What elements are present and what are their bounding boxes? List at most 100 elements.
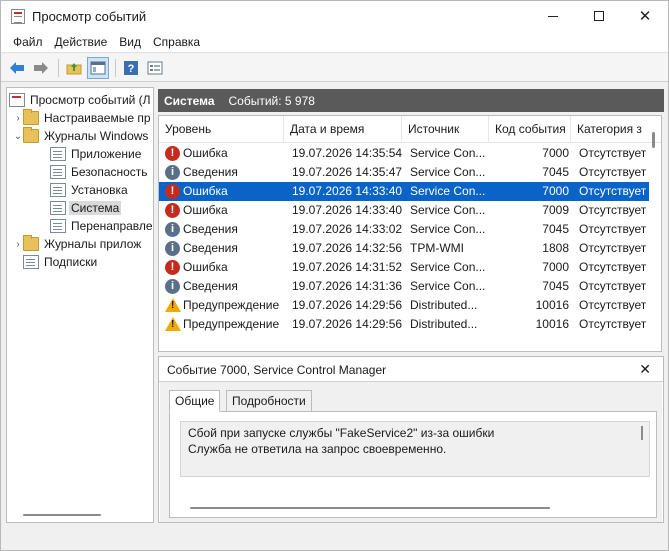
log-icon [50, 201, 66, 215]
menu-help[interactable]: Справка [147, 35, 206, 49]
cell-category: Отсутствует [579, 317, 647, 331]
toolbar-separator [58, 58, 59, 77]
show-hide-tree-icon [90, 61, 106, 74]
folder-icon [23, 235, 39, 251]
event-viewer-window: Просмотр событий ✕ Файл Действие Вид Спр… [0, 0, 669, 551]
message-scrollbar[interactable] [641, 426, 643, 440]
close-icon: ✕ [638, 8, 652, 25]
cell-datetime: 19.07.2026 14:35:54 [292, 146, 403, 160]
tree-item-subscriptions[interactable]: Подписки [23, 253, 99, 271]
menu-view[interactable]: Вид [113, 35, 147, 49]
event-message-box[interactable]: Сбой при запуске службы "FakeService2" и… [180, 421, 650, 477]
minimize-button[interactable] [530, 1, 576, 31]
tree-item-label: Приложение [71, 147, 142, 161]
cell-source: Service Con... [410, 146, 486, 160]
cell-level: Ошибка [183, 146, 228, 160]
column-header-source[interactable]: Источник [402, 116, 489, 143]
window-title: Просмотр событий [32, 9, 147, 24]
cell-datetime: 19.07.2026 14:33:40 [292, 184, 403, 198]
table-row[interactable]: i Сведения 19.07.2026 14:33:02 Service Con.… [159, 220, 649, 239]
cell-code: 1808 [542, 241, 569, 255]
column-header-level[interactable]: Уровень [159, 116, 284, 143]
chevron-right-icon[interactable]: › [13, 239, 23, 250]
cell-code: 10016 [535, 317, 569, 331]
cell-source: Distributed... [410, 298, 478, 312]
cell-code: 7045 [542, 222, 569, 236]
tree-item-label: Журналы Windows [44, 129, 149, 143]
chevron-right-icon[interactable]: › [13, 113, 23, 124]
panel-horizontal-scrollbar[interactable] [190, 507, 550, 509]
tree-item-forwarded[interactable]: Перенаправле [50, 217, 153, 235]
cell-code: 7045 [542, 279, 569, 293]
tree-item-system[interactable]: Система [50, 199, 122, 217]
maximize-button[interactable] [576, 1, 622, 31]
event-list-header: Уровень Дата и время Источник Код событи… [159, 116, 661, 143]
log-header: Система Событий: 5 978 [158, 89, 664, 112]
error-icon: ! [165, 203, 180, 218]
tab-general[interactable]: Общие [169, 390, 221, 412]
menu-action[interactable]: Действие [49, 35, 114, 49]
forward-button[interactable] [30, 57, 52, 79]
cell-category: Отсутствует [579, 146, 647, 160]
cell-category: Отсутствует [579, 203, 647, 217]
tree-horizontal-scrollbar[interactable] [23, 514, 101, 516]
column-header-event-code[interactable]: Код события [489, 116, 571, 143]
table-row[interactable]: i Сведения 19.07.2026 14:31:36 Service Con.… [159, 277, 649, 296]
cell-category: Отсутствует [579, 279, 647, 293]
toolbar: ? [1, 54, 668, 82]
table-row[interactable]: ! Предупреждение 19.07.2026 14:29:56 Distri… [159, 296, 649, 315]
close-icon[interactable]: ✕ [639, 361, 651, 378]
table-row[interactable]: ! Ошибка 19.07.2026 14:31:52 Service Con...… [159, 258, 649, 277]
cell-datetime: 19.07.2026 14:33:40 [292, 203, 403, 217]
table-row[interactable]: i Сведения 19.07.2026 14:32:56 TPM-WMI 1808 О… [159, 239, 649, 258]
show-hide-tree-button[interactable] [87, 56, 109, 79]
table-row[interactable]: ! Ошибка 19.07.2026 14:35:54 Service Con...… [159, 144, 649, 163]
cell-source: Service Con... [410, 184, 486, 198]
tab-details[interactable]: Подробности [226, 390, 312, 412]
cell-level: Ошибка [183, 184, 228, 198]
toolbar-separator [115, 58, 116, 77]
back-icon [10, 61, 24, 74]
properties-icon [147, 61, 163, 74]
cell-code: 7009 [542, 203, 569, 217]
cell-datetime: 19.07.2026 14:35:47 [292, 165, 403, 179]
column-header-datetime[interactable]: Дата и время [284, 116, 402, 143]
cell-category: Отсутствует [579, 184, 647, 198]
log-icon [50, 147, 66, 161]
close-window-button[interactable]: ✕ [622, 1, 668, 31]
tree-item-custom-views[interactable]: › Настраиваемые пр [13, 109, 153, 127]
table-row[interactable]: ! Предупреждение 19.07.2026 14:29:56 Distri… [159, 315, 649, 334]
cell-source: Service Con... [410, 279, 486, 293]
folder-icon [23, 109, 39, 125]
cell-datetime: 19.07.2026 14:29:56 [292, 298, 403, 312]
log-icon [50, 165, 66, 179]
folder-icon [23, 127, 39, 143]
event-list-scrollbar[interactable] [652, 132, 655, 318]
cell-source: Service Con... [410, 165, 486, 179]
cell-category: Отсутствует [579, 165, 647, 179]
cell-level: Ошибка [183, 203, 228, 217]
info-icon: i [165, 279, 180, 294]
tree-item-windows-logs[interactable]: ⌄ Журналы Windows [13, 127, 150, 145]
detail-body: Общие Подробности Сбой при запуске служб… [160, 382, 662, 522]
tree-item-label: Перенаправле [71, 219, 153, 233]
tree-item-application[interactable]: Приложение [50, 145, 143, 163]
help-button[interactable]: ? [120, 57, 142, 79]
up-folder-button[interactable] [63, 57, 85, 79]
column-header-category[interactable]: Категория з [571, 116, 661, 143]
tree-item-app-logs[interactable]: › Журналы прилож [13, 235, 143, 253]
tree-item-label: Безопасность [71, 165, 148, 179]
tree-item-event-viewer-root[interactable]: Просмотр событий (Л [9, 91, 153, 109]
menu-file[interactable]: Файл [7, 35, 49, 49]
tree-item-security[interactable]: Безопасность [50, 163, 150, 181]
table-row[interactable]: ! Ошибка 19.07.2026 14:33:40 Service Con...… [159, 182, 649, 201]
table-row[interactable]: i Сведения 19.07.2026 14:35:47 Service Con.… [159, 163, 649, 182]
scrollbar-thumb[interactable] [652, 132, 655, 148]
chevron-down-icon[interactable]: ⌄ [13, 131, 23, 142]
properties-button[interactable] [144, 57, 166, 79]
cell-code: 7000 [542, 184, 569, 198]
warning-icon: ! [165, 317, 181, 331]
table-row[interactable]: ! Ошибка 19.07.2026 14:33:40 Service Con...… [159, 201, 649, 220]
tree-item-setup[interactable]: Установка [50, 181, 130, 199]
back-button[interactable] [6, 57, 28, 79]
